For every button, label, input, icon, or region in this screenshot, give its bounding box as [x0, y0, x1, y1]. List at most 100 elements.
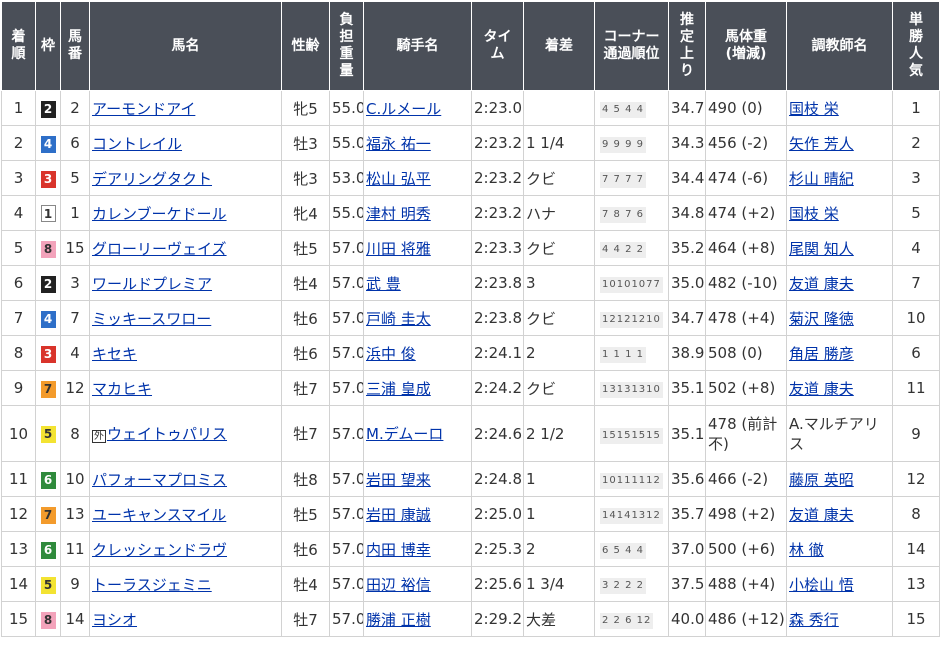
horse-number: 4 [70, 344, 80, 362]
bodyweight-cell: 488 (+4) [705, 566, 787, 602]
trainer-link[interactable]: 角居 勝彦 [789, 345, 854, 363]
jockey-link[interactable]: 勝浦 正樹 [366, 611, 431, 629]
margin: 1 3/4 [526, 575, 565, 593]
corner-cell: 4 4 2 2 [594, 230, 669, 266]
jockey-link[interactable]: 岩田 望来 [366, 471, 431, 489]
trainer-link[interactable]: 国枝 栄 [789, 205, 839, 223]
horse-name-link[interactable]: ヨシオ [92, 611, 137, 629]
horse-number: 2 [70, 99, 80, 117]
jockey-link[interactable]: 戸崎 圭太 [366, 310, 431, 328]
horse-name-link[interactable]: パフォーマプロミス [92, 471, 227, 489]
table-row: 2 4 6 コントレイル 牡3 55.0 福永 祐一 2:23.2 1 1/4 9 9 9 9 34… [1, 125, 940, 161]
waku-cell: 2 [35, 90, 61, 126]
jockey-link[interactable]: 川田 将雅 [366, 240, 431, 258]
margin: クビ [526, 169, 557, 188]
margin-cell: ハナ [523, 195, 595, 231]
trainer-link[interactable]: 森 秀行 [789, 611, 839, 629]
sexage-cell: 牡7 [281, 601, 330, 637]
last3f-cell: 35.6 [668, 461, 706, 497]
corner-positions: 7 8 7 6 [600, 207, 646, 223]
popularity-cell: 4 [892, 230, 940, 266]
table-row: 14 5 9 トーラスジェミニ 牡4 57.0 田辺 裕信 2:25.6 1 3/4 3 2 2 … [1, 566, 940, 602]
rank-cell: 8 [1, 335, 36, 371]
body-weight: 466 (-2) [708, 470, 769, 488]
popularity: 15 [906, 610, 926, 628]
jockey-link[interactable]: 武 豊 [366, 275, 401, 293]
trainer-link[interactable]: 小桧山 悟 [789, 576, 854, 594]
jockey-link[interactable]: 田辺 裕信 [366, 576, 431, 594]
horse-name-link[interactable]: クレッシェンドラヴ [92, 541, 227, 559]
sex-age: 牡7 [293, 610, 318, 629]
trainer-cell: 友道 康夫 [786, 496, 893, 532]
jockey-link[interactable]: M.デムーロ [366, 425, 443, 443]
trainer-link[interactable]: 菊沢 隆徳 [789, 310, 854, 328]
trainer-link[interactable]: 林 徹 [789, 541, 824, 559]
horse-name-link[interactable]: カレンブーケドール [92, 205, 227, 223]
corner-cell: 6 5 4 4 [594, 531, 669, 567]
horse-name-link[interactable]: デアリングタクト [92, 170, 212, 188]
popularity-cell: 11 [892, 370, 940, 406]
jockey-link[interactable]: 三浦 皇成 [366, 380, 431, 398]
jockey-link[interactable]: 内田 博幸 [366, 541, 431, 559]
margin-cell: クビ [523, 300, 595, 336]
margin: 2 [526, 344, 536, 362]
time-cell: 2:25.3 [471, 531, 524, 567]
horse-name-link[interactable]: マカヒキ [92, 380, 152, 398]
popularity: 2 [911, 134, 921, 152]
sex-age: 牡7 [293, 379, 318, 398]
horse-number: 5 [70, 169, 80, 187]
horse-name-link[interactable]: グローリーヴェイズ [92, 240, 227, 258]
header-horse: 馬名 [89, 1, 282, 91]
horse-name-link[interactable]: ミッキースワロー [92, 310, 211, 328]
last3f-cell: 34.7 [668, 300, 706, 336]
table-row: 13 6 11 クレッシェンドラヴ 牡6 57.0 内田 博幸 2:25.3 2 6 5 4 4 3… [1, 531, 940, 567]
weight-cell: 57.0 [329, 370, 364, 406]
trainer-link[interactable]: 杉山 晴紀 [789, 170, 854, 188]
horse-cell: アーモンドアイ [89, 90, 282, 126]
horse-name-link[interactable]: トーラスジェミニ [92, 576, 212, 594]
popularity: 10 [906, 309, 926, 327]
trainer-link[interactable]: 友道 康夫 [789, 380, 854, 398]
waku-cell: 7 [35, 496, 61, 532]
table-row: 9 7 12 マカヒキ 牡7 57.0 三浦 皇成 2:24.2 クビ 13131310 35.1 5… [1, 370, 940, 406]
trainer-link[interactable]: 国枝 栄 [789, 100, 839, 118]
horse-name-link[interactable]: コントレイル [92, 135, 182, 153]
horse-number: 3 [70, 274, 80, 292]
last3f-cell: 35.0 [668, 265, 706, 301]
jockey-link[interactable]: 津村 明秀 [366, 205, 431, 223]
corner-positions: 10111112 [600, 473, 663, 489]
header-row: 着順 枠 馬番 馬名 性齢 負担重量 騎手名 タイム 着差 コーナー 通過順位 推… [1, 1, 940, 91]
corner-cell: 10111112 [594, 461, 669, 497]
waku-cell: 2 [35, 265, 61, 301]
corner-cell: 12121210 [594, 300, 669, 336]
popularity: 12 [906, 470, 926, 488]
horse-number: 1 [70, 204, 80, 222]
jockey-link[interactable]: 福永 祐一 [366, 135, 431, 153]
jockey-link[interactable]: 岩田 康誠 [366, 506, 431, 524]
corner-positions: 2 2 6 12 [600, 613, 654, 629]
last3f-cell: 34.8 [668, 195, 706, 231]
corner-cell: 15151515 [594, 405, 669, 462]
last-3f: 37.5 [671, 575, 705, 593]
horse-name-link[interactable]: ワールドプレミア [92, 275, 212, 293]
horse-name-link[interactable]: キセキ [92, 345, 137, 363]
body-weight: 464 (+8) [708, 239, 776, 257]
corner-positions: 12121210 [600, 312, 663, 328]
jockey-link[interactable]: 松山 弘平 [366, 170, 431, 188]
trainer-link[interactable]: 矢作 芳人 [789, 135, 854, 153]
body-weight: 502 (+8) [708, 379, 776, 397]
horse-name-link[interactable]: アーモンドアイ [92, 100, 195, 118]
horse-name-link[interactable]: ユーキャンスマイル [92, 506, 226, 524]
trainer-link[interactable]: 尾関 知人 [789, 240, 854, 258]
time-cell: 2:29.2 [471, 601, 524, 637]
trainer-link[interactable]: 友道 康夫 [789, 506, 854, 524]
umaban-cell: 13 [60, 496, 90, 532]
horse-name-link[interactable]: ウェイトゥパリス [107, 425, 227, 443]
popularity-cell: 15 [892, 601, 940, 637]
jockey-link[interactable]: C.ルメール [366, 100, 441, 118]
trainer-link[interactable]: 藤原 英昭 [789, 471, 854, 489]
trainer-link[interactable]: 友道 康夫 [789, 275, 854, 293]
jockey-link[interactable]: 浜中 俊 [366, 345, 416, 363]
sex-age: 牡8 [293, 470, 318, 489]
sexage-cell: 牡3 [281, 125, 330, 161]
